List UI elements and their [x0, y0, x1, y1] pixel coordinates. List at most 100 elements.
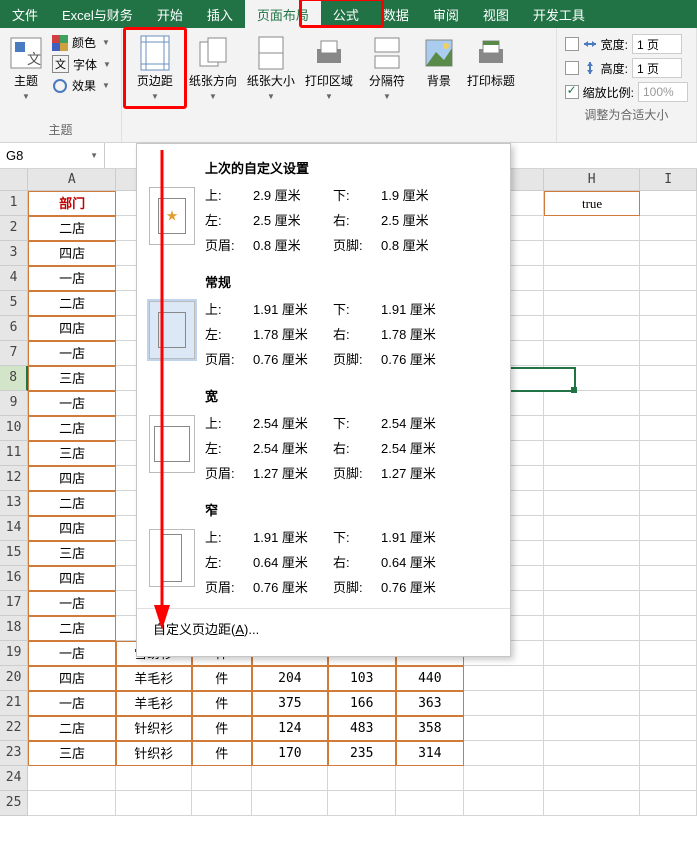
- row-header-13[interactable]: 13: [0, 491, 28, 516]
- cell-H5[interactable]: [544, 291, 640, 316]
- cell-G20[interactable]: [464, 666, 544, 691]
- row-header-25[interactable]: 25: [0, 791, 28, 816]
- cell-B21[interactable]: 羊毛衫: [116, 691, 192, 716]
- cell-B23[interactable]: 针织衫: [116, 741, 192, 766]
- cell-I6[interactable]: [640, 316, 697, 341]
- menu-文件[interactable]: 文件: [0, 0, 50, 28]
- breaks-button[interactable]: 分隔符 ▼: [358, 30, 416, 106]
- cell-D25[interactable]: [252, 791, 328, 816]
- custom-margins-item[interactable]: 自定义页边距(A)...: [137, 608, 510, 648]
- orientation-button[interactable]: 纸张方向 ▼: [184, 30, 242, 106]
- cell-I14[interactable]: [640, 516, 697, 541]
- row-header-15[interactable]: 15: [0, 541, 28, 566]
- row-header-20[interactable]: 20: [0, 666, 28, 691]
- menu-插入[interactable]: 插入: [195, 0, 245, 28]
- cell-I11[interactable]: [640, 441, 697, 466]
- cell-E24[interactable]: [328, 766, 396, 791]
- fonts-button[interactable]: 文 字体▼: [52, 55, 111, 73]
- cell-E22[interactable]: 483: [328, 716, 396, 741]
- cell-I1[interactable]: [640, 191, 697, 216]
- cell-E21[interactable]: 166: [328, 691, 396, 716]
- cell-G24[interactable]: [464, 766, 544, 791]
- cell-A6[interactable]: 四店: [28, 316, 116, 341]
- width-checkbox[interactable]: [565, 37, 579, 51]
- cell-H18[interactable]: [544, 616, 640, 641]
- cell-A16[interactable]: 四店: [28, 566, 116, 591]
- cell-I7[interactable]: [640, 341, 697, 366]
- cell-I21[interactable]: [640, 691, 697, 716]
- margin-preset-常规[interactable]: 常规上:1.91 厘米下:1.91 厘米左:1.78 厘米右:1.78 厘米页眉…: [137, 266, 510, 380]
- cell-I10[interactable]: [640, 416, 697, 441]
- cell-H2[interactable]: [544, 216, 640, 241]
- row-header-2[interactable]: 2: [0, 216, 28, 241]
- cell-F24[interactable]: [396, 766, 464, 791]
- cell-G21[interactable]: [464, 691, 544, 716]
- row-header-7[interactable]: 7: [0, 341, 28, 366]
- cell-H21[interactable]: [544, 691, 640, 716]
- cell-B24[interactable]: [116, 766, 192, 791]
- cell-C21[interactable]: 件: [192, 691, 253, 716]
- width-input[interactable]: [632, 34, 682, 54]
- cell-A19[interactable]: 一店: [28, 641, 116, 666]
- row-header-24[interactable]: 24: [0, 766, 28, 791]
- cell-D23[interactable]: 170: [252, 741, 328, 766]
- cell-I24[interactable]: [640, 766, 697, 791]
- cell-A20[interactable]: 四店: [28, 666, 116, 691]
- cell-A4[interactable]: 一店: [28, 266, 116, 291]
- background-button[interactable]: 背景: [416, 30, 462, 92]
- cell-H12[interactable]: [544, 466, 640, 491]
- cell-A18[interactable]: 二店: [28, 616, 116, 641]
- cell-A23[interactable]: 三店: [28, 741, 116, 766]
- cell-H25[interactable]: [544, 791, 640, 816]
- cell-H8[interactable]: [544, 366, 640, 391]
- cell-A25[interactable]: [28, 791, 116, 816]
- cell-I8[interactable]: [640, 366, 697, 391]
- cell-I5[interactable]: [640, 291, 697, 316]
- select-all-corner[interactable]: [0, 169, 28, 191]
- col-header-I[interactable]: I: [640, 169, 697, 191]
- col-header-H[interactable]: H: [544, 169, 640, 191]
- cell-I18[interactable]: [640, 616, 697, 641]
- cell-H13[interactable]: [544, 491, 640, 516]
- cell-C23[interactable]: 件: [192, 741, 253, 766]
- row-header-1[interactable]: 1: [0, 191, 28, 216]
- row-header-19[interactable]: 19: [0, 641, 28, 666]
- height-input[interactable]: [632, 58, 682, 78]
- row-header-3[interactable]: 3: [0, 241, 28, 266]
- cell-C20[interactable]: 件: [192, 666, 253, 691]
- cell-A10[interactable]: 二店: [28, 416, 116, 441]
- cell-B20[interactable]: 羊毛衫: [116, 666, 192, 691]
- menu-Excel与财务[interactable]: Excel与财务: [50, 0, 145, 28]
- cell-H15[interactable]: [544, 541, 640, 566]
- cell-I22[interactable]: [640, 716, 697, 741]
- menu-页面布局[interactable]: 页面布局: [245, 0, 321, 28]
- cell-I15[interactable]: [640, 541, 697, 566]
- cell-G25[interactable]: [464, 791, 544, 816]
- cell-A15[interactable]: 三店: [28, 541, 116, 566]
- cell-I23[interactable]: [640, 741, 697, 766]
- cell-C22[interactable]: 件: [192, 716, 253, 741]
- cell-H16[interactable]: [544, 566, 640, 591]
- menu-开发工具[interactable]: 开发工具: [521, 0, 597, 28]
- cell-F23[interactable]: 314: [396, 741, 464, 766]
- menu-审阅[interactable]: 审阅: [421, 0, 471, 28]
- cell-A7[interactable]: 一店: [28, 341, 116, 366]
- row-header-5[interactable]: 5: [0, 291, 28, 316]
- menu-视图[interactable]: 视图: [471, 0, 521, 28]
- cell-H4[interactable]: [544, 266, 640, 291]
- cell-E23[interactable]: 235: [328, 741, 396, 766]
- row-header-11[interactable]: 11: [0, 441, 28, 466]
- cell-H11[interactable]: [544, 441, 640, 466]
- cell-H14[interactable]: [544, 516, 640, 541]
- row-header-16[interactable]: 16: [0, 566, 28, 591]
- cell-I20[interactable]: [640, 666, 697, 691]
- cell-D20[interactable]: 204: [252, 666, 328, 691]
- menu-数据[interactable]: 数据: [371, 0, 421, 28]
- row-header-22[interactable]: 22: [0, 716, 28, 741]
- menu-开始[interactable]: 开始: [145, 0, 195, 28]
- cell-B22[interactable]: 针织衫: [116, 716, 192, 741]
- cell-A17[interactable]: 一店: [28, 591, 116, 616]
- cell-A14[interactable]: 四店: [28, 516, 116, 541]
- cell-I19[interactable]: [640, 641, 697, 666]
- cell-D22[interactable]: 124: [252, 716, 328, 741]
